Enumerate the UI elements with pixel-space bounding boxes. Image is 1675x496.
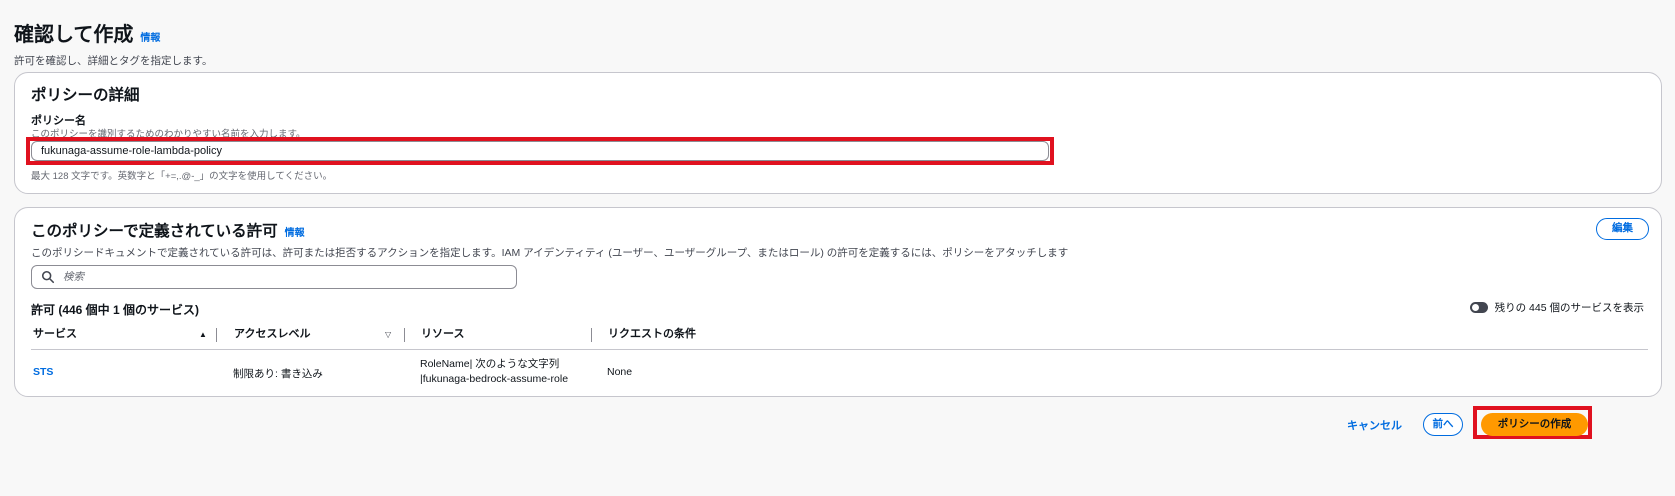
policy-details-title: ポリシーの詳細: [31, 87, 140, 104]
show-remaining-toggle-row[interactable]: 残りの 445 個のサービスを表示: [1469, 300, 1644, 315]
column-divider[interactable]: [216, 328, 217, 342]
permissions-description: このポリシードキュメントで定義されている許可は、許可または拒否するアクションを指…: [31, 247, 1069, 259]
toggle-knob: [1471, 304, 1479, 311]
create-policy-button[interactable]: ポリシーの作成: [1481, 413, 1588, 436]
column-header-service[interactable]: サービス: [33, 324, 217, 350]
column-header-resource: リソース: [421, 328, 465, 340]
show-remaining-toggle[interactable]: [1469, 302, 1488, 313]
resource-cell: RoleName| 次のような文字列 |fukunaga-bedrock-ass…: [420, 357, 568, 387]
permissions-card: このポリシーで定義されている許可 情報 編集 このポリシードキュメントで定義され…: [14, 207, 1662, 397]
resource-line: |fukunaga-bedrock-assume-role: [420, 373, 569, 385]
column-divider[interactable]: [404, 328, 405, 342]
previous-button[interactable]: 前へ: [1423, 413, 1463, 436]
sort-descending-icon[interactable]: ▽: [385, 330, 391, 339]
resource-line: RoleName| 次のような文字列: [420, 358, 560, 370]
search-icon: [41, 270, 55, 284]
column-header-access-level[interactable]: アクセスレベル: [234, 324, 406, 350]
page-header: 確認して作成 情報 許可を確認し、詳細とタグを指定します。: [14, 18, 212, 68]
page-title: 確認して作成: [14, 24, 134, 46]
table-header: サービス ▲ アクセスレベル ▽ リソース リクエストの条件: [31, 324, 1648, 350]
policy-name-input[interactable]: fukunaga-assume-role-lambda-policy: [31, 141, 1049, 161]
policy-name-hint: 最大 128 文字です。英数字と「+=,.@-_」の文字を使用してください。: [31, 171, 333, 182]
sort-ascending-icon[interactable]: ▲: [199, 330, 207, 339]
cancel-button[interactable]: キャンセル: [1347, 417, 1402, 433]
search-box[interactable]: [31, 265, 517, 289]
permissions-count: 許可 (446 個中 1 個のサービス): [31, 303, 200, 317]
service-link-sts[interactable]: STS: [33, 366, 53, 378]
page-info-link[interactable]: 情報: [140, 29, 160, 44]
table-row: STS 制限あり: 書き込み RoleName| 次のような文字列 |fukun…: [31, 350, 1648, 395]
conditions-cell: None: [607, 366, 633, 378]
footer-actions: キャンセル 前へ ポリシーの作成: [1275, 406, 1675, 450]
access-level-cell: 制限あり: 書き込み: [233, 368, 323, 380]
column-divider[interactable]: [591, 328, 592, 342]
edit-button[interactable]: 編集: [1596, 218, 1649, 240]
page-title-row: 確認して作成 情報: [14, 18, 212, 47]
page-subtitle: 許可を確認し、詳細とタグを指定します。: [14, 55, 213, 67]
permissions-info-link[interactable]: 情報: [285, 224, 305, 239]
policy-details-card: ポリシーの詳細 ポリシー名 このポリシーを識別するためのわかりやすい名前を入力し…: [14, 72, 1662, 194]
search-input[interactable]: [63, 271, 503, 283]
permissions-title-row: このポリシーで定義されている許可 情報: [31, 219, 305, 241]
show-remaining-label: 残りの 445 個のサービスを表示: [1494, 302, 1644, 314]
permissions-title: このポリシーで定義されている許可: [31, 223, 278, 240]
column-header-conditions: リクエストの条件: [608, 328, 696, 340]
